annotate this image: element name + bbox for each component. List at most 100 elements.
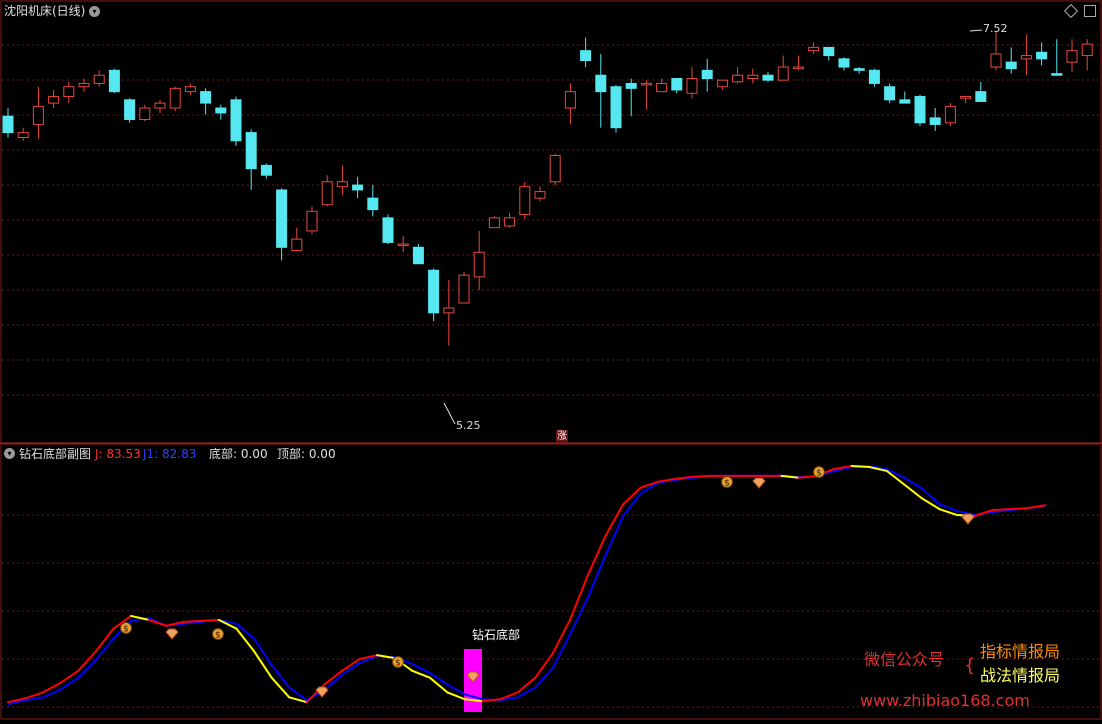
candle-up: [564, 91, 576, 109]
candle-down: [200, 91, 212, 104]
candle-down: [868, 69, 880, 84]
j-series-segment: [200, 618, 220, 622]
candle-up: [184, 86, 196, 93]
j-series-segment: [551, 617, 572, 655]
candle-up: [48, 96, 60, 104]
candle-down: [382, 217, 394, 243]
low-price-arrow: [443, 402, 456, 425]
candle-down: [625, 82, 637, 89]
candle-down: [899, 99, 911, 104]
candle-down: [215, 107, 227, 114]
candle-down: [823, 46, 835, 57]
j-series-segment: [692, 474, 713, 478]
candle-up: [519, 186, 531, 216]
j-series-segment: [59, 669, 80, 684]
money-bag-symbol: $: [215, 631, 221, 641]
candle-down: [929, 117, 941, 125]
candle-up: [640, 82, 652, 86]
zhang-marker: 涨: [556, 430, 568, 443]
j-series-segment: [270, 676, 291, 699]
j-series-segment: [569, 573, 590, 620]
window-outline-icon[interactable]: [1084, 5, 1096, 17]
candle-up: [792, 66, 804, 70]
j1-value-label: J1: 82.83: [143, 447, 197, 461]
candle-down: [245, 132, 257, 170]
sub-panel-menu-icon[interactable]: ▾: [4, 448, 15, 459]
j-series-segment: [587, 534, 607, 576]
candle-down: [352, 184, 364, 191]
candle-down: [276, 189, 288, 248]
candle-up: [139, 107, 151, 120]
candle-down: [260, 164, 272, 176]
candle-up: [63, 86, 75, 98]
candle-up: [656, 82, 668, 93]
candle-up: [169, 87, 181, 109]
money-bag-symbol: $: [816, 469, 822, 479]
sub-panel-title: 钻石底部副图: [19, 447, 92, 461]
candle-up: [291, 238, 303, 252]
candle-down: [975, 91, 987, 102]
bottom-value-label: 底部: 0.00: [209, 447, 268, 461]
candle-down: [762, 74, 774, 81]
chart-canvas: $ $ $ $ $: [0, 0, 1102, 720]
j-series-segment: [920, 497, 941, 511]
candle-down: [412, 246, 424, 265]
candle-up: [17, 132, 29, 139]
candle-up: [1020, 55, 1032, 60]
low-price-label: 5.25: [456, 419, 481, 432]
candle-down: [230, 99, 242, 142]
candle-up: [443, 307, 455, 314]
j-series-segment: [991, 508, 1011, 512]
candle-down: [671, 78, 683, 91]
j-series-segment: [534, 652, 554, 679]
candle-up: [458, 274, 470, 304]
candle-down: [853, 68, 865, 71]
candle-up: [488, 217, 500, 229]
candle-up: [473, 251, 485, 278]
diamond-icon: [961, 513, 975, 525]
diamond-icon: [752, 477, 766, 489]
high-price-label: 7.52: [983, 22, 1008, 35]
j-series-segment: [516, 676, 537, 694]
candle-up: [534, 191, 546, 199]
candle-down: [914, 96, 926, 124]
candle-up: [549, 155, 561, 183]
candle-up: [154, 102, 166, 109]
candle-down: [610, 86, 622, 129]
candle-up: [808, 46, 820, 52]
j-series-segment: [1008, 507, 1029, 511]
candle-down: [595, 74, 607, 93]
candle-down: [580, 50, 592, 61]
candle-down: [428, 269, 440, 314]
candle-down: [108, 69, 120, 93]
candle-down: [1005, 61, 1017, 70]
watermark-brace: {: [964, 655, 976, 676]
candle-up: [960, 96, 972, 99]
diamond-icon: [315, 686, 329, 698]
j-series-segment: [182, 619, 203, 623]
candle-down: [124, 99, 136, 120]
candle-up: [732, 74, 744, 83]
candle-up: [504, 217, 516, 227]
candle-up: [944, 105, 956, 124]
main-panel-title: 沈阳机床(日线): [4, 4, 86, 18]
candle-up: [32, 105, 44, 125]
candle-down: [2, 115, 14, 134]
money-bag-symbol: $: [123, 625, 129, 635]
money-bag-symbol: $: [395, 659, 401, 669]
candle-up: [1081, 43, 1093, 57]
candle-down: [1051, 73, 1063, 76]
diamond-icon: [165, 628, 179, 640]
top-value-label: 顶部: 0.00: [277, 447, 336, 461]
candle-up: [306, 210, 318, 232]
money-bag-symbol: $: [724, 479, 730, 489]
candle-up: [93, 74, 105, 84]
candle-up: [990, 53, 1002, 68]
candle-down: [838, 58, 850, 68]
candle-down: [884, 86, 896, 101]
main-panel-menu-icon[interactable]: ▾: [89, 6, 100, 17]
main-panel-frame: [0, 0, 1102, 444]
j-value-label: J: 83.53: [95, 447, 141, 461]
candle-down: [1036, 51, 1048, 60]
watermark-left-text: 微信公众号: [864, 650, 945, 669]
